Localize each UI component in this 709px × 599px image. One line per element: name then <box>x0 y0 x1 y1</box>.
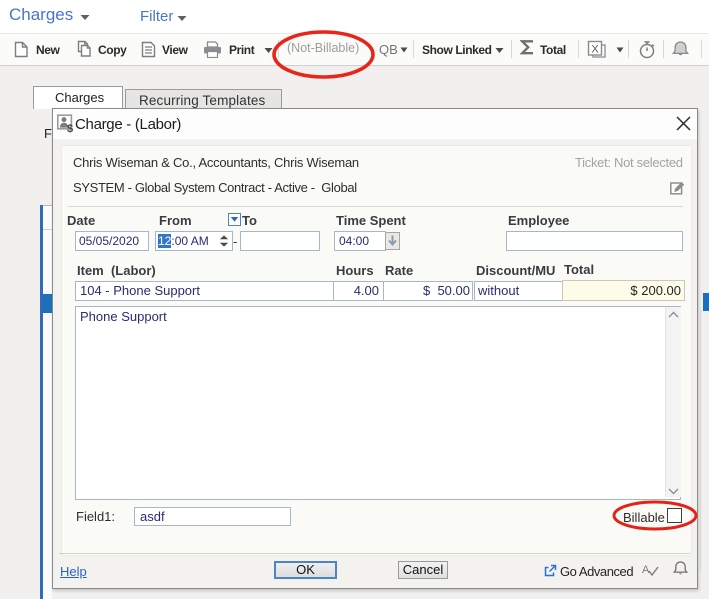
svg-text:A: A <box>642 564 650 576</box>
svg-text:X: X <box>591 44 599 56</box>
svg-text:$: $ <box>67 123 73 134</box>
